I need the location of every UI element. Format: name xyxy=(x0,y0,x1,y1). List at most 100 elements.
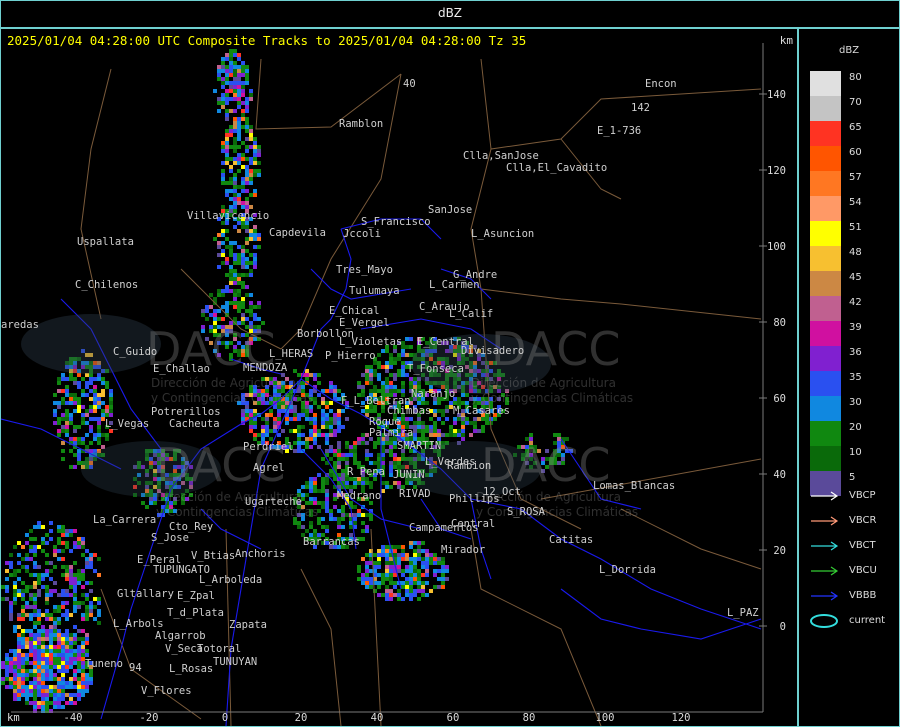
echo-cell xyxy=(405,417,409,421)
echo-cell xyxy=(381,349,385,353)
echo-cell xyxy=(53,673,57,677)
echo-cell xyxy=(85,633,89,637)
echo-cell xyxy=(381,577,385,581)
echo-cell xyxy=(325,501,329,505)
echo-cell xyxy=(277,405,281,409)
echo-cell xyxy=(325,389,329,393)
echo-cell xyxy=(389,569,393,573)
echo-cell xyxy=(297,449,301,453)
echo-cell xyxy=(33,553,37,557)
echo-cell xyxy=(217,101,221,105)
echo-cell xyxy=(61,525,65,529)
echo-cell xyxy=(21,557,25,561)
echo-cell xyxy=(93,389,97,393)
echo-cell xyxy=(81,377,85,381)
echo-cell xyxy=(221,81,225,85)
echo-cell xyxy=(261,433,265,437)
echo-cell xyxy=(13,697,17,701)
echo-cell xyxy=(233,261,237,265)
echo-cell xyxy=(81,629,85,633)
y-tick-label: 120 xyxy=(767,165,786,177)
echo-cell xyxy=(225,289,229,293)
echo-cell xyxy=(229,253,233,257)
echo-cell xyxy=(221,141,225,145)
echo-cell xyxy=(73,465,77,469)
echo-cell xyxy=(413,565,417,569)
echo-cell xyxy=(301,409,305,413)
echo-cell xyxy=(401,365,405,369)
x-tick-label: 40 xyxy=(371,712,384,724)
echo-cell xyxy=(89,561,93,565)
echo-cell xyxy=(41,673,45,677)
echo-cell xyxy=(249,193,253,197)
echo-cell xyxy=(437,557,441,561)
echo-cell xyxy=(29,701,33,705)
echo-cell xyxy=(49,577,53,581)
echo-cell xyxy=(5,665,9,669)
echo-cell xyxy=(213,297,217,301)
echo-cell xyxy=(53,697,57,701)
echo-cell xyxy=(429,417,433,421)
track-arrow-icon xyxy=(811,591,839,601)
echo-cell xyxy=(25,661,29,665)
echo-cell xyxy=(297,445,301,449)
echo-cell xyxy=(41,701,45,705)
echo-cell xyxy=(85,433,89,437)
echo-cell xyxy=(249,129,253,133)
echo-cell xyxy=(73,693,77,697)
place-label: E_1-736 xyxy=(597,125,641,137)
echo-cell xyxy=(369,381,373,385)
place-label: Medrano xyxy=(337,490,381,502)
echo-cell xyxy=(337,417,341,421)
echo-cell xyxy=(233,65,237,69)
echo-cell xyxy=(377,573,381,577)
echo-cell xyxy=(233,305,237,309)
echo-cell xyxy=(229,205,233,209)
echo-cell xyxy=(265,433,269,437)
echo-cell xyxy=(333,461,337,465)
echo-cell xyxy=(65,573,69,577)
echo-cell xyxy=(441,409,445,413)
echo-cell xyxy=(453,417,457,421)
echo-cell xyxy=(33,645,37,649)
echo-cell xyxy=(65,681,69,685)
echo-cell xyxy=(233,257,237,261)
echo-cell xyxy=(17,669,21,673)
echo-cell xyxy=(41,677,45,681)
echo-cell xyxy=(365,581,369,585)
echo-cell xyxy=(417,569,421,573)
echo-cell xyxy=(33,705,37,709)
echo-cell xyxy=(45,657,49,661)
echo-cell xyxy=(233,81,237,85)
echo-cell xyxy=(401,553,405,557)
echo-cell xyxy=(57,541,61,545)
echo-cell xyxy=(229,281,233,285)
echo-cell xyxy=(21,605,25,609)
echo-cell xyxy=(309,521,313,525)
radar-map-panel[interactable]: DACC DACC DACC DACC Dirección de Agricul… xyxy=(0,28,798,727)
echo-cell xyxy=(233,293,237,297)
echo-cell xyxy=(85,613,89,617)
place-label: Villavicencio xyxy=(187,210,269,222)
echo-cell xyxy=(233,317,237,321)
echo-cell xyxy=(25,653,29,657)
echo-cell xyxy=(301,441,305,445)
echo-cell xyxy=(5,673,9,677)
echo-cell xyxy=(97,393,101,397)
echo-cell xyxy=(389,381,393,385)
radar-map[interactable]: DACC DACC DACC DACC Dirección de Agricul… xyxy=(1,29,797,726)
echo-cell xyxy=(233,73,237,77)
echo-cell xyxy=(57,593,61,597)
echo-cell xyxy=(17,685,21,689)
echo-cell xyxy=(253,189,257,193)
echo-cell xyxy=(109,405,113,409)
echo-cell xyxy=(369,481,373,485)
echo-cell xyxy=(65,645,69,649)
echo-cell xyxy=(353,445,357,449)
echo-cell xyxy=(313,497,317,501)
echo-cell xyxy=(41,681,45,685)
echo-cell xyxy=(429,557,433,561)
echo-cell xyxy=(241,61,245,65)
echo-cell xyxy=(81,421,85,425)
echo-cell xyxy=(17,689,21,693)
